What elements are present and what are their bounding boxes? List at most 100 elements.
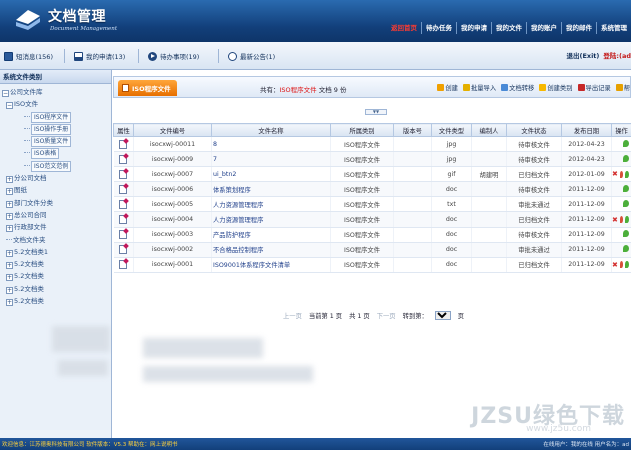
document-name-link[interactable]: 体系策划程序 xyxy=(213,187,251,194)
batch-import-button[interactable]: 批量导入 xyxy=(462,83,496,92)
date-cell: 2011-12-09 xyxy=(561,242,612,258)
tree-item[interactable]: + 图纸 xyxy=(0,184,111,196)
nav-item-2[interactable]: 我的申请 xyxy=(457,22,492,34)
table-row[interactable]: isocxwj-0005 人力资源管理程序 ISO程序文件 txt 审批未通过 2011-… xyxy=(113,196,631,213)
app-logo: 文档管理 Document Management xyxy=(14,4,134,38)
user-area: 退出(Exit) 登陆:(ad xyxy=(566,50,631,62)
tree-item[interactable]: + 分公司文档 xyxy=(0,172,111,184)
my-applications-link[interactable]: 我的申请(13) xyxy=(74,50,125,62)
tree-item[interactable]: ISO程序文件 xyxy=(0,111,111,123)
expand-icon[interactable]: + xyxy=(6,249,13,257)
tab-iso-program-files[interactable]: ISO程序文件 xyxy=(118,80,177,96)
exit-button[interactable]: 退出(Exit) xyxy=(566,50,599,62)
document-name-link[interactable]: 人力资源管理程序 xyxy=(213,202,263,209)
nav-item-1[interactable]: 待办任务 xyxy=(422,22,457,34)
edit-document-icon[interactable] xyxy=(119,139,128,149)
tree-item[interactable]: − 公司文件库 xyxy=(0,86,111,98)
reject-icon[interactable] xyxy=(619,216,624,224)
notices-link[interactable]: 最新公告(1) xyxy=(228,50,275,62)
expand-icon[interactable]: + xyxy=(6,176,13,184)
table-row[interactable]: isocxwj-0009 7 ISO程序文件 jpg 待审核文件 2012-04-23 xyxy=(113,151,631,168)
todo-link[interactable]: 待办事项(19) xyxy=(148,50,199,62)
approve-icon[interactable] xyxy=(623,199,629,207)
table-row[interactable]: isocxwj-0003 产品防护程序 ISO程序文件 doc 待审核文件 2011-12… xyxy=(113,227,631,243)
edit-document-icon[interactable] xyxy=(119,245,128,255)
approve-icon[interactable] xyxy=(625,170,629,178)
reject-icon[interactable] xyxy=(619,170,624,178)
expand-icon[interactable]: + xyxy=(6,262,13,270)
edit-document-icon[interactable] xyxy=(119,184,128,194)
nav-item-3[interactable]: 我的文件 xyxy=(492,22,527,34)
expand-icon[interactable]: + xyxy=(6,200,13,208)
expand-icon[interactable]: + xyxy=(6,299,13,307)
transfer-button[interactable]: 文档转移 xyxy=(501,83,534,92)
tree-item[interactable]: + 部门文件分类 xyxy=(0,197,111,209)
code-cell: isocxwj-0002 xyxy=(133,242,212,258)
tree-item[interactable]: +5.2文档类 xyxy=(0,283,111,295)
table-row[interactable]: isocxwj-0001 ISO9001体系程序文件清单 ISO程序文件 doc 已归档… xyxy=(113,257,631,273)
help-button[interactable]: 帮 xyxy=(615,83,630,92)
collapse-icon[interactable]: − xyxy=(6,102,13,110)
delete-icon[interactable]: ✖ xyxy=(612,216,618,224)
tree-item[interactable]: +5.2文档类 xyxy=(0,295,111,307)
document-name-link[interactable]: 7 xyxy=(213,156,217,163)
approve-icon[interactable] xyxy=(625,261,629,269)
tree-item[interactable]: +5.2文档类 xyxy=(0,258,111,270)
approve-icon[interactable] xyxy=(623,139,629,147)
expand-icon[interactable]: + xyxy=(6,286,13,294)
document-name-link[interactable]: 8 xyxy=(213,141,217,148)
nav-item-5[interactable]: 我的邮件 xyxy=(562,22,597,34)
page-select[interactable]: 1 xyxy=(434,311,451,320)
tree-item[interactable]: + 行政部文件 xyxy=(0,221,111,233)
collapse-icon[interactable]: − xyxy=(2,90,9,97)
quick-toolbar: 短消息(156) 我的申请(13) 待办事项(19) 最新公告(1) 退出(Ex… xyxy=(0,42,631,70)
delete-icon[interactable]: ✖ xyxy=(612,170,618,178)
messages-link[interactable]: 短消息(156) xyxy=(4,50,53,62)
approve-icon[interactable] xyxy=(623,184,629,192)
tree-item[interactable]: +5.2文档类 xyxy=(0,270,111,282)
document-name-link[interactable]: 不合格品控制程序 xyxy=(213,247,263,254)
create-button[interactable]: 创建 xyxy=(437,83,458,92)
tree-item[interactable]: ISO质量文件 xyxy=(0,135,111,148)
reject-icon[interactable] xyxy=(619,261,624,269)
table-row[interactable]: isocxwj-0007 ui_btn2 ISO程序文件 gif 胡建明 已归档文件 201… xyxy=(113,166,631,183)
collapse-toggle[interactable]: ▼▼ xyxy=(365,109,387,115)
export-record-button[interactable]: 导出记录 xyxy=(577,83,611,92)
edit-document-icon[interactable] xyxy=(119,154,128,164)
delete-icon[interactable]: ✖ xyxy=(612,261,618,269)
tree-item[interactable]: 文档文件夹 xyxy=(0,234,111,246)
edit-document-icon[interactable] xyxy=(119,199,128,209)
tree-item[interactable]: ISO操作手册 xyxy=(0,123,111,135)
document-name-link[interactable]: ISO9001体系程序文件清单 xyxy=(213,262,290,269)
edit-document-icon[interactable] xyxy=(119,169,128,179)
approve-icon[interactable] xyxy=(625,216,629,224)
expand-icon[interactable]: + xyxy=(6,212,13,220)
document-name-link[interactable]: 人力资源管理程序 xyxy=(213,217,263,224)
table-row[interactable]: isocxwj-0002 不合格品控制程序 ISO程序文件 doc 审批未通过 2011-… xyxy=(113,242,631,258)
approve-icon[interactable] xyxy=(623,230,629,238)
tree-item[interactable]: ISO范文范例 xyxy=(0,160,111,172)
nav-item-0[interactable]: 返回首页 xyxy=(387,22,422,34)
edit-document-icon[interactable] xyxy=(119,260,128,270)
edit-document-icon[interactable] xyxy=(119,230,128,240)
approve-icon[interactable] xyxy=(623,245,629,253)
create-category-button[interactable]: 创建类别 xyxy=(539,83,573,92)
document-name-link[interactable]: ui_btn2 xyxy=(213,171,236,178)
expand-icon[interactable]: + xyxy=(6,274,13,282)
expand-icon[interactable]: + xyxy=(6,188,13,196)
nav-item-4[interactable]: 我的账户 xyxy=(527,22,562,34)
next-page-link[interactable]: 下一页 xyxy=(377,311,396,320)
table-row[interactable]: isocxwj-0004 人力资源管理程序 ISO程序文件 doc 已归档文件 2011-… xyxy=(113,211,631,228)
nav-item-6[interactable]: 系统管理 xyxy=(597,22,631,34)
expand-icon[interactable]: + xyxy=(6,225,13,233)
approve-icon[interactable] xyxy=(623,154,629,162)
table-row[interactable]: isocxwj-0006 体系策划程序 ISO程序文件 doc 待审核文件 2011-12… xyxy=(113,181,631,198)
tree-item[interactable]: − ISO文件 xyxy=(0,98,111,110)
edit-document-icon[interactable] xyxy=(119,215,128,225)
table-row[interactable]: isocxwj-00011 8 ISO程序文件 jpg 待审核文件 2012-04-23 xyxy=(113,136,631,153)
document-name-link[interactable]: 产品防护程序 xyxy=(213,232,251,239)
tree-item[interactable]: + 总公司合同 xyxy=(0,209,111,221)
prev-page-link[interactable]: 上一页 xyxy=(283,311,302,320)
tree-item[interactable]: ISO表格 xyxy=(0,147,111,160)
tree-item[interactable]: +5.2文档类1 xyxy=(0,246,111,258)
